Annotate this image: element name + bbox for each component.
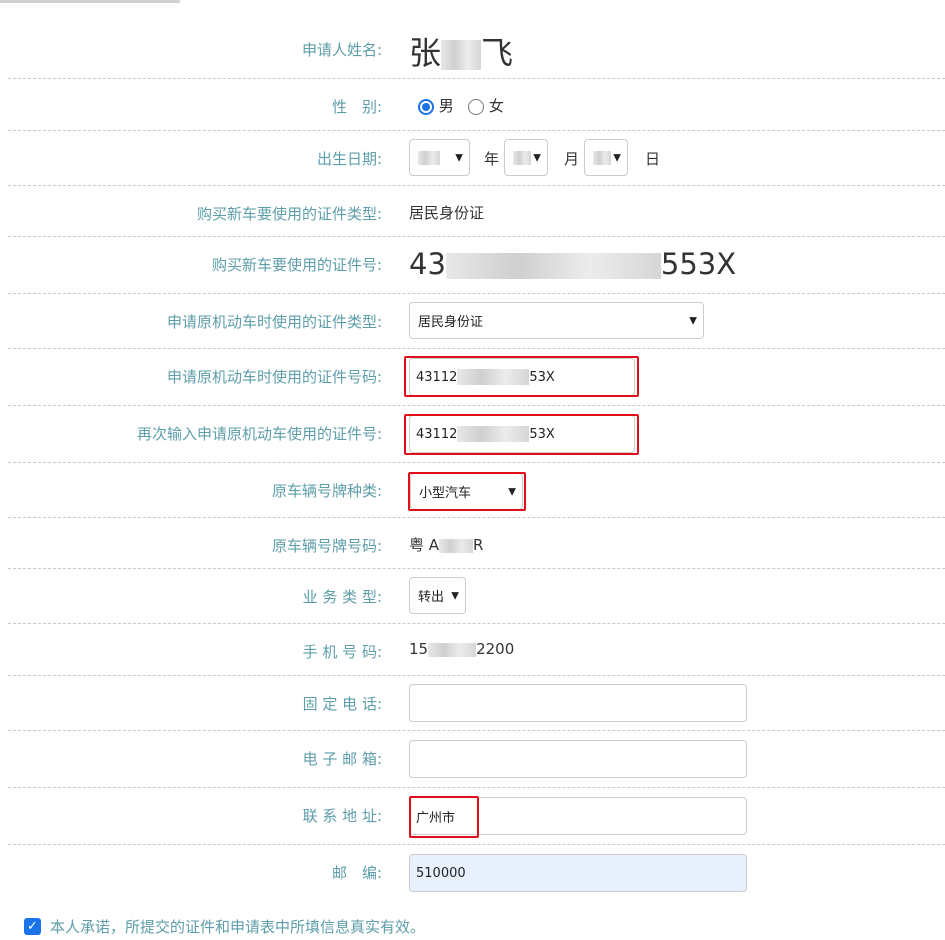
mobile-label: 手 机 号 码:: [302, 643, 382, 661]
birth-date-label: 出生日期:: [316, 150, 382, 168]
orig-id-number-prefix: 43112: [416, 369, 458, 385]
agreement-text: 本人承诺，所提交的证件和申请表中所填信息真实有效。: [50, 917, 426, 936]
postcode-input[interactable]: 510000: [409, 854, 747, 892]
row-plate-number: 原车辆号牌号码: 粤 A R: [8, 518, 945, 569]
orig-id-number-redaction: [457, 369, 530, 385]
address-input[interactable]: 广州市: [409, 797, 747, 835]
row-mobile: 手 机 号 码: 15 2200: [8, 624, 945, 676]
applicant-name-first: 张: [409, 34, 442, 72]
new-id-type-label: 购买新车要使用的证件类型:: [196, 205, 382, 223]
postcode-label: 邮 编:: [331, 864, 382, 882]
email-label: 电 子 邮 箱:: [302, 750, 382, 768]
orig-id-type-select[interactable]: 居民身份证 ▼: [409, 302, 704, 339]
landline-label: 固 定 电 话:: [302, 695, 382, 713]
birth-month-unit: 月: [564, 150, 580, 168]
plate-number-redaction: [439, 538, 474, 553]
new-id-number-value: 43 553X: [409, 247, 736, 281]
business-type-selected: 转出: [418, 590, 445, 605]
plate-number-value: 粤 AR: [409, 534, 483, 555]
orig-id-confirm-suffix: 53X: [529, 426, 555, 442]
chevron-down-icon: ▼: [508, 486, 516, 497]
mobile-value: 15 2200: [409, 640, 514, 658]
gender-male-radio[interactable]: [418, 98, 434, 115]
birth-day-select[interactable]: ▼: [584, 139, 628, 176]
row-landline: 固 定 电 话:: [8, 676, 945, 731]
orig-id-confirm-redaction: [457, 426, 530, 442]
gender-options: 男 女: [418, 95, 504, 116]
plate-number-label: 原车辆号牌号码:: [271, 537, 382, 555]
landline-input[interactable]: [409, 684, 747, 722]
row-plate-type: 原车辆号牌种类: 小型汽车 ▼: [8, 463, 945, 518]
address-label: 联 系 地 址:: [302, 807, 382, 825]
mobile-redaction: [428, 642, 477, 657]
business-type-select[interactable]: 转出 ▼: [409, 577, 466, 614]
plate-type-selected: 小型汽车: [419, 486, 472, 501]
row-gender: 性 别: 男 女: [8, 79, 945, 131]
new-id-number-label: 购买新车要使用的证件号:: [211, 256, 382, 274]
new-id-type-value: 居民身份证: [409, 204, 485, 222]
applicant-name-value: 张飞: [409, 28, 513, 74]
birth-day-unit: 日: [645, 150, 661, 168]
row-email: 电 子 邮 箱:: [8, 731, 945, 788]
birth-day-redaction: [593, 150, 611, 165]
chevron-down-icon: ▼: [689, 315, 697, 326]
chevron-down-icon: ▼: [455, 152, 463, 163]
orig-id-confirm-prefix: 43112: [416, 426, 458, 442]
orig-id-type-selected: 居民身份证: [418, 315, 484, 330]
postcode-value: 510000: [416, 865, 466, 881]
gender-male-label: 男: [438, 97, 454, 115]
row-new-id-type: 购买新车要使用的证件类型: 居民身份证: [8, 186, 945, 237]
orig-id-number-suffix: 53X: [529, 369, 555, 385]
new-id-number-prefix: 43: [409, 247, 446, 281]
new-id-number-redaction: [445, 253, 661, 279]
plate-type-select[interactable]: 小型汽车 ▼: [410, 473, 523, 510]
row-orig-id-number: 申请原机动车时使用的证件号码: 43112 53X: [8, 349, 945, 406]
email-input[interactable]: [409, 740, 747, 778]
top-divider: [0, 0, 180, 3]
birth-month-select[interactable]: ▼: [504, 139, 548, 176]
agreement-row: ✓ 本人承诺，所提交的证件和申请表中所填信息真实有效。: [24, 916, 425, 936]
birth-year-unit: 年: [484, 150, 500, 168]
birth-year-select[interactable]: ▼: [409, 139, 470, 176]
agreement-checkbox[interactable]: ✓: [24, 917, 41, 935]
gender-label: 性 别:: [331, 98, 382, 116]
plate-type-label: 原车辆号牌种类:: [271, 482, 382, 500]
gender-female-radio[interactable]: [468, 98, 485, 115]
orig-id-type-label: 申请原机动车时使用的证件类型:: [166, 313, 382, 331]
applicant-name-last: 飞: [481, 34, 514, 72]
row-postcode: 邮 编: 510000: [8, 845, 945, 901]
chevron-down-icon: ▼: [533, 152, 541, 163]
orig-id-number-input[interactable]: 43112 53X: [409, 358, 635, 396]
business-type-label: 业 务 类 型:: [302, 588, 382, 606]
plate-number-suffix: R: [473, 536, 484, 554]
applicant-name-label: 申请人姓名:: [301, 41, 382, 59]
row-address: 联 系 地 址: 广州市: [8, 788, 945, 845]
orig-id-number-label: 申请原机动车时使用的证件号码:: [166, 368, 382, 386]
orig-id-confirm-label: 再次输入申请原机动车使用的证件号:: [136, 425, 382, 443]
orig-id-confirm-input[interactable]: 43112 53X: [409, 415, 635, 453]
row-business-type: 业 务 类 型: 转出 ▼: [8, 569, 945, 624]
gender-female-label: 女: [488, 97, 504, 115]
row-orig-id-type: 申请原机动车时使用的证件类型: 居民身份证 ▼: [8, 294, 945, 349]
mobile-suffix: 2200: [476, 640, 515, 658]
row-applicant-name: 申请人姓名: 张飞: [8, 20, 945, 79]
chevron-down-icon: ▼: [613, 152, 621, 163]
new-id-number-suffix: 553X: [660, 247, 737, 281]
birth-month-redaction: [513, 150, 531, 165]
mobile-prefix: 15: [409, 640, 429, 658]
address-value: 广州市: [416, 810, 456, 826]
name-redaction: [441, 40, 482, 70]
chevron-down-icon: ▼: [451, 590, 459, 601]
row-birth-date: 出生日期: ▼ 年 ▼ 月 ▼ 日: [8, 131, 945, 186]
row-new-id-number: 购买新车要使用的证件号: 43 553X: [8, 237, 945, 294]
birth-year-redaction: [418, 150, 440, 165]
row-orig-id-confirm: 再次输入申请原机动车使用的证件号: 43112 53X: [8, 406, 945, 463]
plate-number-prefix: 粤 A: [409, 536, 440, 554]
